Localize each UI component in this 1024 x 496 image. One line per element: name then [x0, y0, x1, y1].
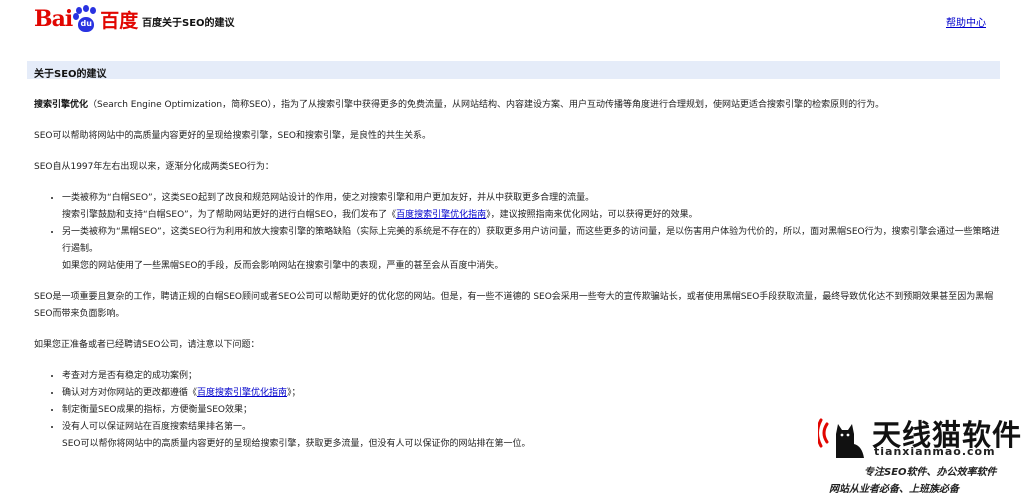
seo-types-list: 一类被称为“白帽SEO”，这类SEO起到了改良和规范网站设计的作用，使之对搜索引…	[34, 190, 1004, 275]
tip2-post: 》；	[287, 388, 301, 398]
cat-antenna-icon	[818, 418, 864, 458]
white-hat-line2-pre: 搜索引擎鼓励和支持“白帽SEO”，为了帮助网站更好的进行白帽SEO，我们发布了《	[62, 210, 397, 220]
list-item: 考查对方是否有稳定的成功案例；	[62, 368, 1004, 385]
help-center-link[interactable]: 帮助中心	[946, 14, 986, 29]
white-hat-line2-post: 》，建议按照指南来优化网站，可以获得更好的效果。	[486, 210, 698, 220]
list-item: 确认对方对你网站的更改都遵循《百度搜索引擎优化指南》；	[62, 385, 1004, 402]
black-hat-line2: 如果您的网站使用了一些黑帽SEO的手段，反而会影响网站在搜索引擎中的表现，严重的…	[62, 261, 504, 271]
baidu-logo[interactable]: Bai du 百度	[34, 4, 138, 34]
page-title: 百度关于SEO的建议	[142, 18, 235, 29]
list-item-black-hat: 另一类被称为“黑帽SEO”，这类SEO行为利用和放大搜索引擎的策略缺陷（实际上完…	[62, 224, 1004, 275]
watermark-tagline-1: 专注SEO软件、办公效率软件	[864, 467, 997, 478]
paragraph-notice: 如果您正准备或者已经聘请SEO公司，请注意以下问题：	[34, 340, 260, 350]
logo-text-du: du	[80, 19, 92, 28]
intro-paragraph: 搜索引擎优化（Search Engine Optimization，简称SEO）…	[34, 97, 1004, 114]
paragraph-history: SEO自从1997年左右出现以来，逐渐分化成两类SEO行为：	[34, 162, 274, 172]
tip4-line2: SEO可以帮你将网站中的高质量内容更好的呈现给搜索引擎，获取更多流量，但没有人可…	[62, 439, 531, 449]
paw-icon: du	[73, 5, 99, 33]
intro-text: （Search Engine Optimization，简称SEO），指为了从搜…	[88, 100, 885, 110]
logo-text-baidu-cn: 百度	[100, 9, 139, 32]
section-title: 关于SEO的建议	[34, 69, 107, 80]
section-header-bar: 关于SEO的建议	[27, 61, 1000, 80]
tip4-line1: 没有人可以保证网站在百度搜索结果排名第一。	[62, 422, 252, 432]
watermark-url: tianxianmao.com	[874, 445, 996, 458]
white-hat-line1: 一类被称为“白帽SEO”，这类SEO起到了改良和规范网站设计的作用，使之对搜索引…	[62, 193, 595, 203]
paragraph-symbiosis: SEO可以帮助将网站中的高质量内容更好的呈现给搜索引擎，SEO和搜索引擎，是良性…	[34, 131, 431, 141]
paragraph-hiring: SEO是一项重要且复杂的工作，聘请正规的白帽SEO顾问或者SEO公司可以帮助更好…	[34, 292, 994, 319]
intro-term: 搜索引擎优化	[34, 100, 89, 110]
black-hat-line1: 另一类被称为“黑帽SEO”，这类SEO行为利用和放大搜索引擎的策略缺陷（实际上完…	[62, 227, 1000, 254]
seo-guide-link-2[interactable]: 百度搜索引擎优化指南	[197, 388, 287, 398]
logo-text-bai: Bai	[34, 6, 73, 32]
watermark: 天线猫软件 tianxianmao.com 专注SEO软件、办公效率软件 网站从…	[812, 408, 1024, 496]
page-header: Bai du 百度 百度关于SEO的建议 帮助中心	[0, 0, 1024, 44]
list-item-white-hat: 一类被称为“白帽SEO”，这类SEO起到了改良和规范网站设计的作用，使之对搜索引…	[62, 190, 1004, 224]
watermark-tagline-2: 网站从业者必备、上班族必备	[829, 484, 959, 495]
tip2-pre: 确认对方对你网站的更改都遵循《	[62, 388, 198, 398]
seo-guide-link[interactable]: 百度搜索引擎优化指南	[396, 210, 486, 220]
